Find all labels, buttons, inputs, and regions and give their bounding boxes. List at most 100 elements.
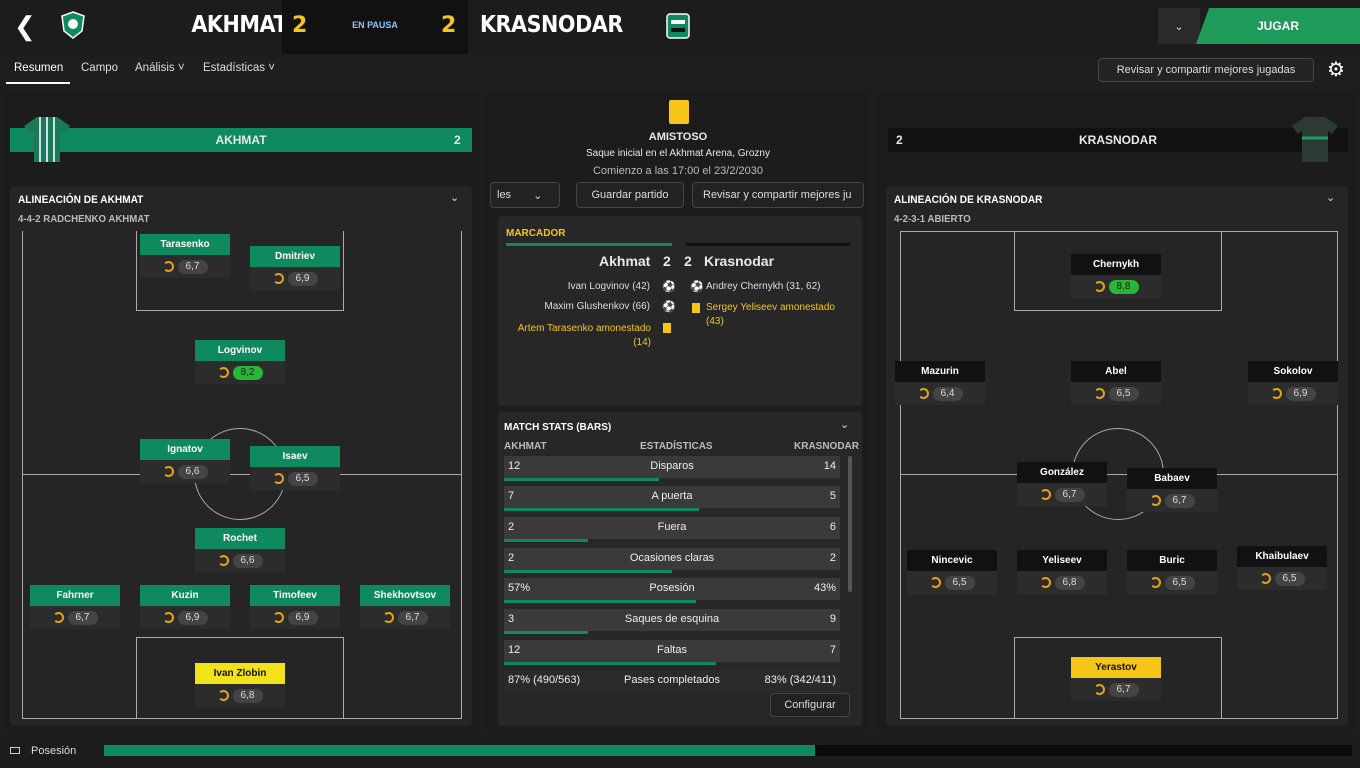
- configure-button[interactable]: Configurar: [770, 693, 850, 717]
- chevron-down-icon[interactable]: ⌄: [1158, 8, 1200, 44]
- home-banner: AKHMAT: [10, 128, 472, 152]
- player-card[interactable]: Kuzin 6,9: [140, 585, 230, 629]
- player-rating-row: 6,8: [1017, 571, 1107, 594]
- chevron-down-icon: ˅: [177, 62, 185, 74]
- player-rating-row: 6,7: [1071, 678, 1161, 701]
- player-card[interactable]: Isaev 6,5: [250, 446, 340, 490]
- player-rating-row: 6,9: [250, 606, 340, 629]
- tab-estadisticas[interactable]: Estadísticas ˅: [203, 62, 275, 74]
- away-event: Andrey Chernykh (31, 62): [706, 281, 821, 292]
- ball-icon: ⚽: [662, 301, 676, 313]
- player-name: Yeliseev: [1017, 550, 1107, 571]
- player-card[interactable]: González 6,7: [1017, 462, 1107, 506]
- player-card[interactable]: Khaibulaev 6,5: [1237, 546, 1327, 590]
- condition-icon: [929, 577, 941, 588]
- player-name: Ivan Zlobin: [195, 663, 285, 684]
- chevron-down-icon[interactable]: ⌄: [1326, 191, 1335, 204]
- condition-icon: [1149, 495, 1161, 506]
- view-dropdown[interactable]: les ⌄: [490, 182, 560, 208]
- scoreboard-title: MARCADOR: [506, 228, 566, 239]
- condition-icon: [217, 367, 229, 378]
- player-rating-row: 6,4: [895, 382, 985, 405]
- player-card[interactable]: Abel 6,5: [1071, 361, 1161, 405]
- player-card[interactable]: Mazurin 6,4: [895, 361, 985, 405]
- away-score: 2: [441, 13, 457, 38]
- player-card[interactable]: Chernykh 8,8: [1071, 254, 1161, 298]
- player-card[interactable]: Nincevic 6,5: [907, 550, 997, 594]
- player-card[interactable]: Dmitriev 6,9: [250, 246, 340, 290]
- player-card[interactable]: Yeliseev 6,8: [1017, 550, 1107, 594]
- player-name: Logvinov: [195, 340, 285, 361]
- player-rating: 6,5: [944, 575, 975, 590]
- chevron-down-icon[interactable]: ⌄: [840, 418, 849, 431]
- competition-name: AMISTOSO: [648, 131, 708, 143]
- player-card[interactable]: Timofeev 6,9: [250, 585, 340, 629]
- player-card[interactable]: Ignatov 6,6: [140, 439, 230, 483]
- share-highlights-button[interactable]: Revisar y compartir mejores jugadas: [1098, 58, 1314, 82]
- stats-scrollbar[interactable]: [848, 456, 852, 592]
- stat-away: 5: [829, 490, 836, 502]
- stat-row: 2 Ocasiones claras 2: [504, 548, 840, 573]
- away-formation: 4-2-3-1 ABIERTO: [894, 213, 971, 225]
- player-rating: 8,8: [1108, 279, 1139, 294]
- player-name: Rochet: [195, 528, 285, 549]
- player-rating-row: 8,2: [195, 361, 285, 384]
- player-rating-row: 6,5: [250, 467, 340, 490]
- home-event: Ivan Logvinov (42): [567, 281, 650, 292]
- condition-icon: [1039, 577, 1051, 588]
- stat-away: 83% (342/411): [764, 674, 836, 686]
- back-arrow-icon[interactable]: ❮: [14, 12, 40, 40]
- stat-label: Ocasiones claras: [629, 552, 715, 564]
- tab-analisis[interactable]: Análisis ˅: [135, 62, 185, 74]
- player-card[interactable]: Logvinov 8,2: [195, 340, 285, 384]
- player-card[interactable]: Babaev 6,7: [1127, 468, 1217, 512]
- away-banner-score: 2: [896, 133, 903, 147]
- stat-bar: [504, 570, 672, 573]
- player-rating: 6,9: [1285, 386, 1316, 401]
- player-card[interactable]: Ivan Zlobin 6,8: [195, 663, 285, 707]
- competition-logo-icon: [669, 100, 689, 124]
- play-button[interactable]: JUGAR: [1196, 8, 1360, 44]
- player-card[interactable]: Fahrner 6,7: [30, 585, 120, 629]
- player-rating: 6,5: [287, 471, 318, 486]
- player-rating-row: 6,8: [195, 684, 285, 707]
- share-highlights-button-2[interactable]: Revisar y compartir mejores ju: [692, 182, 864, 208]
- chevron-down-icon: ˅: [268, 62, 275, 74]
- save-match-button[interactable]: Guardar partido: [576, 182, 684, 208]
- condition-icon: [272, 473, 284, 484]
- condition-icon: [162, 466, 174, 477]
- player-rating-row: 8,8: [1071, 275, 1161, 298]
- possession-icon: [10, 747, 20, 754]
- tab-resumen[interactable]: Resumen: [6, 62, 70, 84]
- stat-row: 57% Posesión 43%: [504, 578, 840, 603]
- player-card[interactable]: Buric 6,5: [1127, 550, 1217, 594]
- player-name: Nincevic: [907, 550, 997, 571]
- stat-bar: [504, 539, 588, 542]
- player-rating-row: 6,9: [140, 606, 230, 629]
- stat-label: Posesión: [649, 582, 695, 594]
- gear-icon[interactable]: ⚙: [1322, 56, 1350, 84]
- condition-icon: [217, 690, 229, 701]
- home-event: Artem Tarasenko amonestado (14): [517, 323, 651, 348]
- stat-row: 12 Faltas 7: [504, 640, 840, 665]
- stat-label: Faltas: [657, 644, 687, 656]
- player-card[interactable]: Rochet 6,6: [195, 528, 285, 572]
- condition-icon: [162, 612, 174, 623]
- player-rating: 6,7: [1108, 682, 1139, 697]
- player-name: Mazurin: [895, 361, 985, 382]
- stat-label: Disparos: [650, 460, 694, 472]
- condition-icon: [1093, 388, 1105, 399]
- player-card[interactable]: Tarasenko 6,7: [140, 234, 230, 278]
- player-rating-row: 6,5: [1127, 571, 1217, 594]
- player-card[interactable]: Yerastov 6,7: [1071, 657, 1161, 701]
- player-name: Fahrner: [30, 585, 120, 606]
- stat-row: 87% (490/563) Pases completados 83% (342/4…: [504, 670, 840, 692]
- chevron-down-icon[interactable]: ⌄: [450, 191, 459, 204]
- tab-campo[interactable]: Campo: [81, 62, 118, 74]
- stat-bar: [504, 508, 699, 511]
- player-rating: 6,8: [232, 688, 263, 703]
- stats-away-header: KRASNODAR: [794, 441, 859, 452]
- player-card[interactable]: Sokolov 6,9: [1248, 361, 1338, 405]
- player-card[interactable]: Shekhovtsov 6,7: [360, 585, 450, 629]
- condition-icon: [1093, 281, 1105, 292]
